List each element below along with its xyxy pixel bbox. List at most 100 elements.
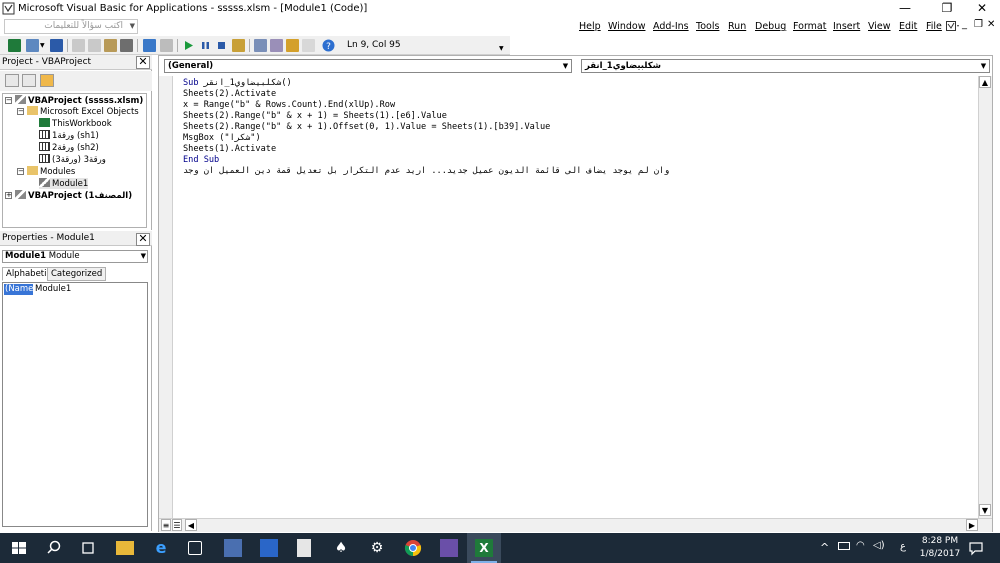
close-button[interactable]: ✕ [965, 0, 999, 17]
tree-node-sheet3[interactable]: ورقة3 (ورقة3) [39, 154, 106, 165]
run-icon[interactable] [182, 39, 195, 52]
collapse-icon[interactable]: − [5, 97, 12, 104]
object-combo[interactable]: (General) ▼ [164, 59, 572, 73]
windows-start-icon[interactable] [10, 539, 28, 557]
mdi-minimize-button[interactable]: _ [962, 19, 967, 30]
property-row[interactable]: (Name) Module1 [3, 284, 147, 295]
code-editor[interactable]: Sub شكلبيضاوي1_انقر() Sheets(2).Activate… [183, 78, 978, 518]
wifi-icon[interactable]: ◠ [856, 540, 865, 551]
procedure-combo[interactable]: شكلبيضاوي1_انقر ▼ [581, 59, 990, 73]
tree-node-module1[interactable]: Module1 [39, 178, 89, 189]
tree-node-sheet1[interactable]: ورقة1 (sh1) [39, 130, 99, 141]
menu-add-ins[interactable]: Add-Ins [653, 21, 689, 32]
ime-indicator[interactable]: ع [900, 541, 906, 552]
mdi-close-button[interactable]: ✕ [987, 19, 995, 30]
menu-view[interactable]: View [868, 21, 891, 32]
chevron-down-icon[interactable]: ▼ [141, 251, 146, 262]
insert-module-icon[interactable] [26, 39, 39, 52]
full-module-view-icon[interactable]: ☰ [172, 519, 182, 531]
find-icon[interactable] [120, 39, 133, 52]
minimize-button[interactable]: — [888, 0, 922, 17]
search-icon[interactable] [45, 539, 63, 557]
shield-icon[interactable] [260, 539, 278, 557]
expand-icon[interactable]: + [5, 192, 12, 199]
toolbox-icon[interactable] [302, 39, 315, 52]
clock-time[interactable]: 8:28 PM [918, 536, 962, 546]
toggle-folders-icon[interactable] [40, 74, 54, 87]
code-line[interactable]: Sheets(2).Activate [183, 89, 276, 100]
redo-icon[interactable] [160, 39, 173, 52]
code-line[interactable]: Sheets(2).Range("b" & x + 1) = Sheets(1)… [183, 111, 447, 122]
tree-node-modules[interactable]: Modules [27, 166, 75, 177]
properties-pane-close-button[interactable]: ✕ [136, 233, 150, 246]
scroll-up-icon[interactable]: ▲ [979, 76, 991, 88]
chevron-down-icon[interactable]: ▼ [40, 42, 45, 49]
view-excel-icon[interactable] [8, 39, 21, 52]
calculator-icon[interactable] [297, 539, 311, 557]
horizontal-scrollbar[interactable]: ≡ ☰ ◀ ▶ [159, 518, 992, 532]
code-line[interactable]: End Sub [183, 155, 219, 166]
code-line[interactable]: وان لم يوجد يضاف الى قائمة الديون عميل ج… [183, 166, 669, 177]
menu-edit[interactable]: Edit [899, 21, 917, 32]
chevron-down-icon[interactable]: ▼ [560, 60, 571, 72]
scroll-right-icon[interactable]: ▶ [966, 519, 978, 531]
break-icon[interactable] [199, 39, 212, 52]
properties-window-icon[interactable] [270, 39, 283, 52]
restore-button[interactable]: ❐ [930, 0, 964, 17]
tree-node-thisworkbook[interactable]: ThisWorkbook [39, 118, 112, 129]
solitaire-icon[interactable]: ♠ [332, 539, 350, 557]
vba-taskbar-icon[interactable] [440, 539, 458, 557]
excel-mdi-icon[interactable] [946, 21, 960, 32]
collapse-icon[interactable]: − [17, 168, 24, 175]
help-icon[interactable]: ? [322, 39, 335, 52]
project-explorer-icon[interactable] [254, 39, 267, 52]
object-browser-icon[interactable] [286, 39, 299, 52]
code-margin[interactable] [159, 76, 173, 518]
edge-browser-icon[interactable]: e [152, 539, 170, 557]
chrome-icon[interactable] [404, 539, 422, 557]
tree-node-sheet2[interactable]: ورقة2 (sh2) [39, 142, 99, 153]
battery-icon[interactable] [838, 542, 850, 550]
chevron-down-icon[interactable]: ▼ [130, 20, 135, 33]
store-icon[interactable] [188, 541, 202, 555]
properties-object-select[interactable]: Module1 Module ▼ [2, 250, 148, 263]
project-pane-close-button[interactable]: ✕ [136, 56, 150, 69]
chevron-up-icon[interactable]: ^ [820, 541, 829, 554]
chevron-down-icon[interactable]: ▼ [978, 60, 989, 72]
task-view-icon[interactable] [79, 539, 97, 557]
app-icon-1[interactable] [224, 539, 242, 557]
menu-run[interactable]: Run [728, 21, 746, 32]
save-icon[interactable] [50, 39, 63, 52]
menu-help[interactable]: Help [579, 21, 601, 32]
scroll-left-icon[interactable]: ◀ [185, 519, 197, 531]
notification-icon[interactable] [967, 539, 985, 557]
view-object-icon[interactable] [22, 74, 36, 87]
menu-window[interactable]: Window [608, 21, 645, 32]
vertical-scrollbar[interactable]: ▲ ▼ [978, 76, 992, 518]
tab-categorized[interactable]: Categorized [47, 267, 107, 281]
collapse-icon[interactable]: − [17, 108, 24, 115]
gear-icon[interactable]: ⚙ [368, 539, 386, 557]
scroll-down-icon[interactable]: ▼ [979, 504, 991, 516]
ask-question-box[interactable]: اكتب سؤالاً للتعليمات ▼ [4, 19, 138, 34]
chevron-down-icon[interactable]: ▼ [499, 45, 504, 52]
tree-node-excel-objects[interactable]: Microsoft Excel Objects [27, 106, 139, 117]
menu-debug[interactable]: Debug [755, 21, 786, 32]
view-code-icon[interactable] [5, 74, 19, 87]
code-line[interactable]: Sheets(2).Range("b" & x + 1).Offset(0, 1… [183, 122, 550, 133]
undo-icon[interactable] [143, 39, 156, 52]
copy-icon[interactable] [88, 39, 101, 52]
reset-icon[interactable] [215, 39, 228, 52]
menu-file[interactable]: File [926, 21, 942, 32]
code-line[interactable]: Sub شكلبيضاوي1_انقر() [183, 78, 292, 89]
code-line[interactable]: Sheets(1).Activate [183, 144, 276, 155]
procedure-view-icon[interactable]: ≡ [161, 519, 171, 531]
tree-node-vbaproject-book1[interactable]: VBAProject (المصنف1) [15, 190, 132, 201]
paste-icon[interactable] [104, 39, 117, 52]
volume-icon[interactable]: ◁) [873, 540, 885, 551]
menu-tools[interactable]: Tools [696, 21, 719, 32]
menu-insert[interactable]: Insert [833, 21, 860, 32]
cut-icon[interactable] [72, 39, 85, 52]
menu-format[interactable]: Format [793, 21, 826, 32]
excel-taskbar-button[interactable]: X [467, 533, 501, 563]
